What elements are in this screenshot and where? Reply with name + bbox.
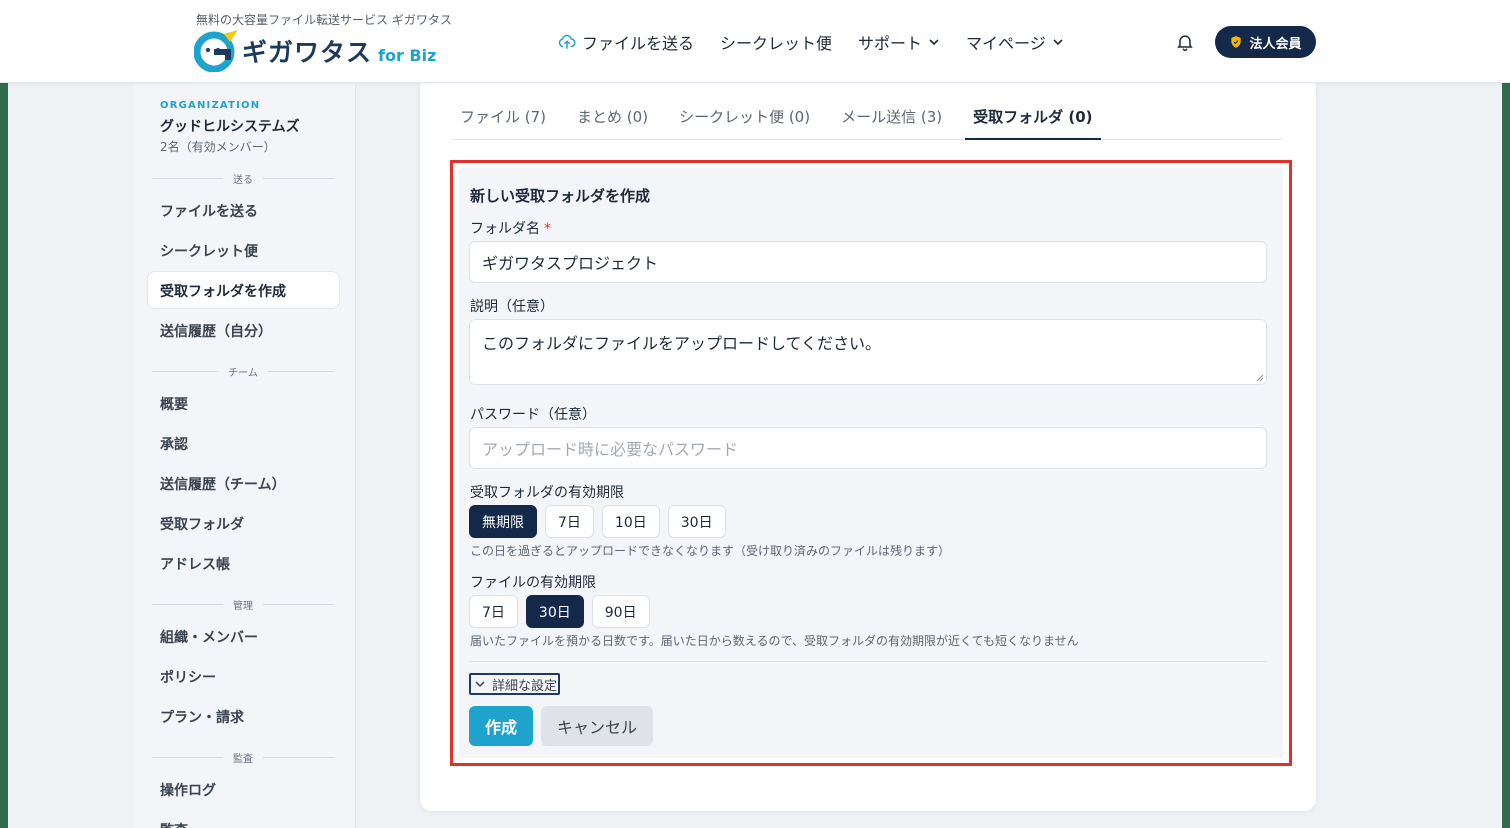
- nav-mypage[interactable]: マイページ: [966, 30, 1064, 54]
- folder-expiry-option-10d[interactable]: 10日: [601, 505, 660, 538]
- nav-support-label: サポート: [858, 34, 923, 53]
- nav-send-file-label: ファイルを送る: [582, 34, 695, 53]
- sidebar-item-policy[interactable]: ポリシー: [160, 667, 216, 687]
- sidebar-item-overview[interactable]: 概要: [160, 394, 188, 414]
- description-value: このフォルダにファイルをアップロードしてください。: [482, 334, 882, 353]
- sidebar-item-history-self[interactable]: 送信履歴（自分）: [160, 321, 272, 341]
- sidebar-item-send-file[interactable]: ファイルを送る: [160, 201, 258, 221]
- form-title: 新しい受取フォルダを作成: [470, 187, 651, 205]
- tab-receive-folder[interactable]: 受取フォルダ (0): [965, 98, 1101, 140]
- folder-expiry-option-unlimited[interactable]: 無期限: [469, 505, 537, 538]
- org-name: グッドヒルシステムズ: [160, 119, 300, 135]
- cancel-button[interactable]: キャンセル: [541, 706, 653, 746]
- sidebar-item-history-team[interactable]: 送信履歴（チーム）: [160, 474, 286, 494]
- sidebar: ORGANIZATION グッドヒルシステムズ 2名（有効メンバー） 送る ファ…: [134, 83, 356, 828]
- site-tagline: 無料の大容量ファイル転送サービス ギガワタス: [196, 13, 452, 27]
- folder-name-label: フォルダ名 *: [470, 221, 551, 237]
- sidebar-item-receive-folder[interactable]: 受取フォルダ: [160, 514, 244, 534]
- site-header: 無料の大容量ファイル転送サービス ギガワタス ギガワタス for Biz ファイ…: [0, 0, 1510, 83]
- tab-secret[interactable]: シークレット便 (0): [671, 98, 818, 140]
- tab-bar: ファイル (7) まとめ (0) シークレット便 (0) メール送信 (3) 受…: [452, 98, 1283, 140]
- description-label: 説明（任意）: [470, 299, 554, 315]
- section-divider-manage: 管理: [152, 598, 334, 612]
- description-textarea[interactable]: このフォルダにファイルをアップロードしてください。: [469, 319, 1267, 385]
- advanced-settings-toggle[interactable]: 詳細な設定: [469, 673, 561, 695]
- password-input[interactable]: アップロード時に必要なパスワード: [469, 427, 1267, 469]
- resize-handle-icon[interactable]: [1256, 374, 1264, 382]
- nav-support[interactable]: サポート: [858, 30, 940, 54]
- nav-secret-label: シークレット便: [720, 34, 833, 53]
- sidebar-item-plan[interactable]: プラン・請求: [160, 707, 244, 727]
- main-nav: ファイルを送る シークレット便 サポート マイページ: [558, 30, 1090, 54]
- sidebar-item-create-folder[interactable]: 受取フォルダを作成: [160, 281, 286, 301]
- org-members: 2名（有効メンバー）: [160, 140, 276, 154]
- file-expiry-label: ファイルの有効期限: [470, 575, 596, 591]
- section-divider-audit: 監査: [152, 751, 334, 765]
- chevron-down-icon: [475, 681, 485, 688]
- nav-secret[interactable]: シークレット便: [720, 30, 832, 54]
- section-divider-team: チーム: [152, 365, 335, 379]
- logo-mark-icon: [193, 30, 238, 73]
- shield-check-icon: [1231, 36, 1242, 48]
- member-badge-label: 法人会員: [1249, 36, 1302, 52]
- sidebar-item-audit[interactable]: 監査: [160, 820, 188, 828]
- site-logo[interactable]: ギガワタス for Biz: [193, 30, 437, 73]
- advanced-settings-label: 詳細な設定: [492, 678, 558, 694]
- window-frame-left: [0, 83, 8, 828]
- file-expiry-hint: 届いたファイルを預かる日数です。届いた日から数えるので、受取フォルダの有効期限が…: [470, 634, 1079, 648]
- nav-mypage-label: マイページ: [966, 34, 1046, 53]
- window-frame-right: [1502, 83, 1510, 828]
- nav-send-file[interactable]: ファイルを送る: [558, 30, 694, 54]
- folder-expiry-hint: この日を過ぎるとアップロードできなくなります（受け取り済みのファイルは残ります）: [470, 544, 951, 558]
- file-expiry-option-30d[interactable]: 30日: [525, 595, 584, 628]
- tab-email[interactable]: メール送信 (3): [833, 98, 950, 140]
- sidebar-item-org-members[interactable]: 組織・メンバー: [160, 627, 258, 647]
- logo-text: ギガワタス: [242, 38, 373, 67]
- folder-expiry-label: 受取フォルダの有効期限: [470, 485, 624, 501]
- sidebar-item-address-book[interactable]: アドレス帳: [160, 554, 230, 574]
- tab-files[interactable]: ファイル (7): [452, 98, 554, 140]
- form-divider: [469, 661, 1267, 662]
- required-mark: *: [544, 221, 551, 237]
- section-divider-send: 送る: [152, 172, 334, 186]
- folder-name-input[interactable]: ギガワタスプロジェクト: [469, 241, 1267, 283]
- file-expiry-option-90d[interactable]: 90日: [591, 595, 650, 628]
- sidebar-item-secret[interactable]: シークレット便: [160, 241, 258, 261]
- corporate-member-badge[interactable]: 法人会員: [1215, 26, 1316, 58]
- file-expiry-option-7d[interactable]: 7日: [469, 595, 518, 628]
- sidebar-item-op-log[interactable]: 操作ログ: [160, 780, 216, 800]
- logo-suffix: for Biz: [378, 45, 437, 65]
- tab-bundles[interactable]: まとめ (0): [569, 98, 656, 140]
- folder-expiry-option-30d[interactable]: 30日: [667, 505, 726, 538]
- bell-icon[interactable]: [1175, 32, 1195, 52]
- chevron-down-icon: [1053, 39, 1063, 46]
- org-label: ORGANIZATION: [160, 100, 261, 111]
- folder-expiry-options: 無期限 7日 10日 30日: [469, 505, 734, 538]
- file-expiry-options: 7日 30日 90日: [469, 595, 658, 628]
- chevron-down-icon: [929, 39, 939, 46]
- password-label: パスワード（任意）: [470, 407, 596, 423]
- sidebar-item-approval[interactable]: 承認: [160, 434, 188, 454]
- cloud-upload-icon: [558, 34, 576, 49]
- folder-expiry-option-7d[interactable]: 7日: [545, 505, 594, 538]
- create-button[interactable]: 作成: [469, 706, 533, 746]
